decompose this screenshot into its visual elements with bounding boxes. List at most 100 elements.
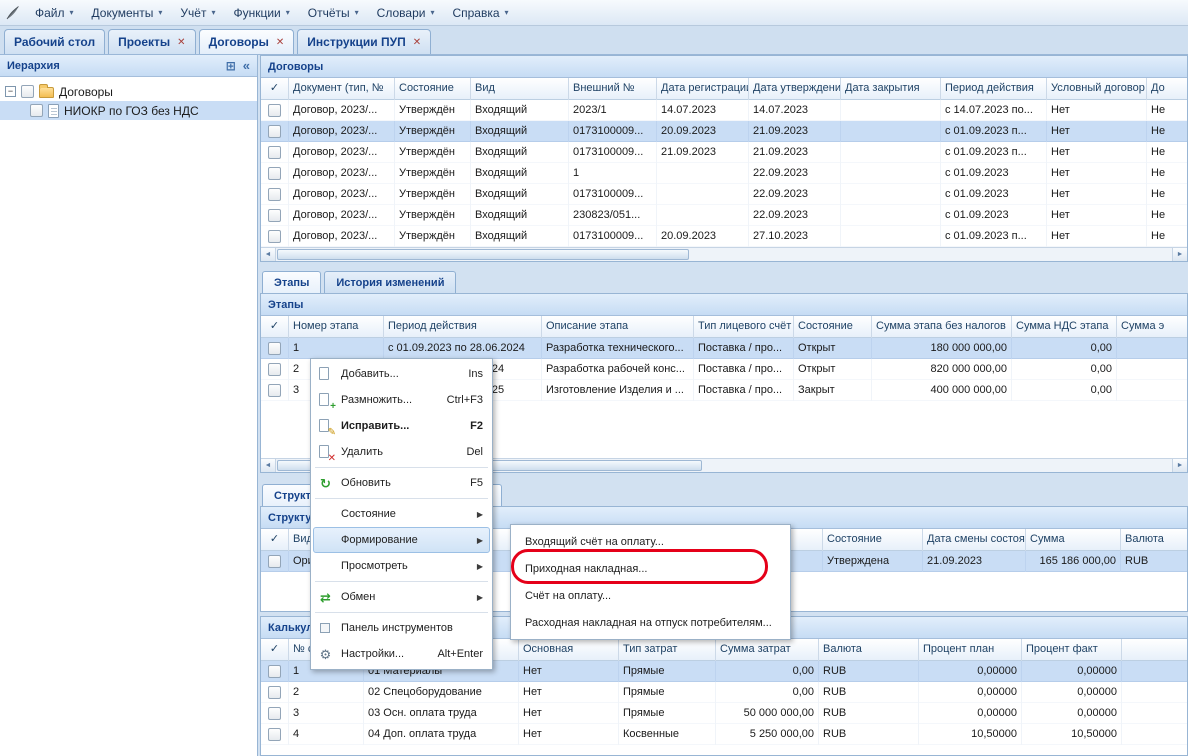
menu-item[interactable]: ↻ОбновитьF5 xyxy=(313,470,490,496)
column-header[interactable]: Сумма НДС этапа xyxy=(1012,316,1117,338)
table-row[interactable]: Договор, 2023/...УтверждёнВходящий017310… xyxy=(261,121,1187,142)
column-header[interactable]: Документ (тип, № xyxy=(289,78,395,100)
column-header[interactable]: Состояние xyxy=(794,316,872,338)
row-checkbox[interactable] xyxy=(268,167,281,180)
contracts-horizontal-scrollbar[interactable]: ◄ ► xyxy=(261,247,1187,261)
submenu-item[interactable]: Приходная накладная... xyxy=(511,555,790,582)
grid-settings-icon[interactable]: ⊞ xyxy=(226,59,236,73)
collapse-panel-icon[interactable]: « xyxy=(243,58,250,73)
menubar-item[interactable]: Документы▾ xyxy=(83,0,172,26)
tree-expander-icon[interactable]: − xyxy=(5,86,16,97)
row-checkbox[interactable] xyxy=(268,728,281,741)
column-header[interactable]: Дата закрытия xyxy=(841,78,941,100)
menu-item[interactable]: Панель инструментов xyxy=(313,615,490,641)
row-checkbox[interactable] xyxy=(268,342,281,355)
column-header[interactable]: Вид xyxy=(471,78,569,100)
column-header[interactable]: Процент план xyxy=(919,639,1022,661)
tree-node[interactable]: −Договоры xyxy=(0,82,257,101)
table-row[interactable]: Договор, 2023/...УтверждёнВходящий122.09… xyxy=(261,163,1187,184)
scroll-left-arrow-icon[interactable]: ◄ xyxy=(261,248,276,261)
close-tab-icon[interactable]: ✕ xyxy=(276,37,284,48)
menubar-item[interactable]: Отчёты▾ xyxy=(299,0,368,26)
column-header[interactable] xyxy=(1122,639,1187,661)
row-checkbox[interactable] xyxy=(268,188,281,201)
table-row[interactable]: 202 СпецоборудованиеНетПрямые0,00RUB0,00… xyxy=(261,682,1187,703)
column-header[interactable]: Описание этапа xyxy=(542,316,694,338)
row-checkbox[interactable] xyxy=(268,363,281,376)
column-header[interactable]: Период действия xyxy=(384,316,542,338)
table-row[interactable]: Договор, 2023/...УтверждёнВходящий017310… xyxy=(261,226,1187,247)
menu-item[interactable]: Формирование▶ xyxy=(313,527,490,553)
main-tab[interactable]: Рабочий стол xyxy=(4,29,105,54)
column-header[interactable]: Состояние xyxy=(395,78,471,100)
table-row[interactable]: Договор, 2023/...УтверждёнВходящий017310… xyxy=(261,142,1187,163)
row-checkbox[interactable] xyxy=(268,707,281,720)
menu-item[interactable]: +Размножить...Ctrl+F3 xyxy=(313,387,490,413)
column-header[interactable]: Номер этапа xyxy=(289,316,384,338)
column-header[interactable]: Тип лицевого счёт xyxy=(694,316,794,338)
column-header[interactable]: ✓ xyxy=(261,639,289,661)
main-tab[interactable]: Договоры✕ xyxy=(199,29,295,54)
section-tab[interactable]: История изменений xyxy=(324,271,456,293)
menu-item[interactable]: Просмотреть▶ xyxy=(313,553,490,579)
column-header[interactable]: Валюта xyxy=(1121,529,1187,551)
column-header[interactable]: Тип затрат xyxy=(619,639,716,661)
column-header[interactable]: ✓ xyxy=(261,78,289,100)
column-header[interactable]: Условный договор xyxy=(1047,78,1147,100)
menubar-item[interactable]: Словари▾ xyxy=(368,0,444,26)
scroll-thumb[interactable] xyxy=(277,249,689,260)
table-row[interactable]: 303 Осн. оплата трудаНетПрямые50 000 000… xyxy=(261,703,1187,724)
scroll-left-arrow-icon[interactable]: ◄ xyxy=(261,459,276,472)
row-checkbox[interactable] xyxy=(268,230,281,243)
column-header[interactable]: Валюта xyxy=(819,639,919,661)
table-row[interactable]: Договор, 2023/...УтверждёнВходящий017310… xyxy=(261,184,1187,205)
tree-checkbox[interactable] xyxy=(21,85,34,98)
row-checkbox[interactable] xyxy=(268,686,281,699)
column-header[interactable]: До xyxy=(1147,78,1187,100)
table-row[interactable]: 1с 01.09.2023 по 28.06.2024Разработка те… xyxy=(261,338,1187,359)
column-header[interactable]: Сумма затрат xyxy=(716,639,819,661)
menu-item[interactable]: ✎Исправить...F2 xyxy=(313,413,490,439)
column-header[interactable]: Сумма э xyxy=(1117,316,1187,338)
row-checkbox[interactable] xyxy=(268,555,281,568)
column-header[interactable]: Сумма xyxy=(1026,529,1121,551)
menubar-item[interactable]: Функции▾ xyxy=(224,0,298,26)
row-checkbox[interactable] xyxy=(268,209,281,222)
row-checkbox[interactable] xyxy=(268,104,281,117)
column-header[interactable]: Дата утверждения xyxy=(749,78,841,100)
menu-item[interactable]: Добавить...Ins xyxy=(313,361,490,387)
column-header[interactable]: Основная xyxy=(519,639,619,661)
column-header[interactable]: Сумма этапа без налогов xyxy=(872,316,1012,338)
row-checkbox[interactable] xyxy=(268,384,281,397)
column-header[interactable]: Процент факт xyxy=(1022,639,1122,661)
tree-checkbox[interactable] xyxy=(30,104,43,117)
menubar-item[interactable]: Учёт▾ xyxy=(171,0,224,26)
column-header[interactable]: ✓ xyxy=(261,529,289,551)
main-tab[interactable]: Проекты✕ xyxy=(108,29,195,54)
menubar-item[interactable]: Справка▾ xyxy=(443,0,517,26)
close-tab-icon[interactable]: ✕ xyxy=(413,37,421,48)
column-header[interactable]: Состояние xyxy=(823,529,923,551)
tree-node[interactable]: НИОКР по ГОЗ без НДС xyxy=(0,101,257,120)
table-row[interactable]: Договор, 2023/...УтверждёнВходящий230823… xyxy=(261,205,1187,226)
main-tab[interactable]: Инструкции ПУП✕ xyxy=(297,29,431,54)
submenu-item[interactable]: Счёт на оплату... xyxy=(511,582,790,609)
row-checkbox[interactable] xyxy=(268,146,281,159)
menu-item[interactable]: ✕УдалитьDel xyxy=(313,439,490,465)
table-row[interactable]: 404 Доп. оплата трудаНетКосвенные5 250 0… xyxy=(261,724,1187,745)
column-header[interactable]: ✓ xyxy=(261,316,289,338)
scroll-right-arrow-icon[interactable]: ► xyxy=(1172,248,1187,261)
column-header[interactable]: Период действия xyxy=(941,78,1047,100)
menu-item[interactable]: Состояние▶ xyxy=(313,501,490,527)
close-tab-icon[interactable]: ✕ xyxy=(177,37,185,48)
section-tab[interactable]: Этапы xyxy=(262,271,321,293)
table-row[interactable]: Договор, 2023/...УтверждёнВходящий2023/1… xyxy=(261,100,1187,121)
row-checkbox[interactable] xyxy=(268,665,281,678)
menubar-item[interactable]: Файл▾ xyxy=(26,0,83,26)
submenu-item[interactable]: Расходная накладная на отпуск потребител… xyxy=(511,609,790,636)
column-header[interactable]: Дата регистрации xyxy=(657,78,749,100)
menu-item[interactable]: ⇄Обмен▶ xyxy=(313,584,490,610)
column-header[interactable]: Внешний № xyxy=(569,78,657,100)
menu-item[interactable]: ⚙Настройки...Alt+Enter xyxy=(313,641,490,667)
row-checkbox[interactable] xyxy=(268,125,281,138)
